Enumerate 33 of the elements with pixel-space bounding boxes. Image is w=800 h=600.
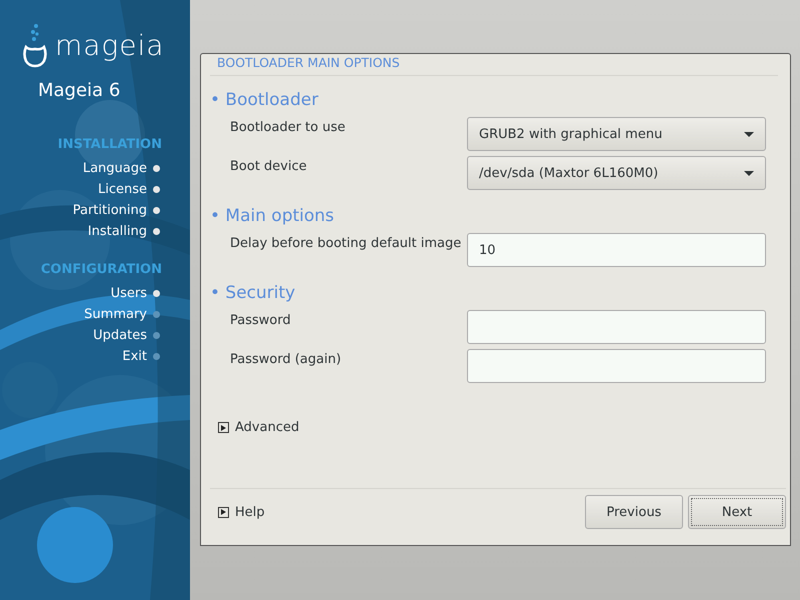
- section-heading: • Main options: [210, 206, 336, 228]
- dropdown[interactable]: /dev/sda (Maxtor 6L160M0): [467, 156, 766, 190]
- step-label: Updates: [93, 328, 147, 343]
- dropdown[interactable]: GRUB2 with graphical menu: [467, 117, 766, 151]
- expander[interactable]: Help: [218, 504, 265, 520]
- field-label: Boot device: [229, 158, 308, 174]
- caret-icon: [744, 132, 754, 136]
- field-label: Password (again): [229, 351, 342, 367]
- version-label: Mageia 6: [38, 80, 122, 101]
- step-label: Summary: [84, 307, 147, 322]
- step-label: Partitioning: [72, 203, 147, 218]
- section-heading: • Bootloader: [210, 90, 320, 112]
- field-label: Bootloader to use: [229, 119, 346, 135]
- section-heading: INSTALLATION: [58, 137, 162, 154]
- previous-button[interactable]: Previous: [585, 495, 683, 529]
- cauldron-icon: [23, 22, 47, 70]
- dialog-title: BOOTLOADER MAIN OPTIONS: [210, 54, 778, 76]
- logo-wordmark: mageia: [55, 32, 164, 60]
- step-label: Exit: [122, 349, 147, 364]
- field-label: Password: [229, 312, 292, 328]
- step-label: Users: [110, 286, 147, 301]
- step-label: License: [98, 182, 147, 197]
- section-heading: • Security: [210, 283, 296, 305]
- section-heading: CONFIGURATION: [40, 262, 162, 279]
- input-field[interactable]: [467, 349, 766, 383]
- field-label: Delay before booting default image: [229, 235, 462, 251]
- step-label: Installing: [88, 224, 147, 239]
- next-button[interactable]: Next: [688, 495, 786, 529]
- input-field[interactable]: [467, 310, 766, 344]
- expander[interactable]: Advanced: [218, 420, 300, 435]
- step-label: Language: [82, 161, 147, 176]
- caret-icon: [744, 170, 754, 176]
- input-field[interactable]: 10: [467, 233, 766, 267]
